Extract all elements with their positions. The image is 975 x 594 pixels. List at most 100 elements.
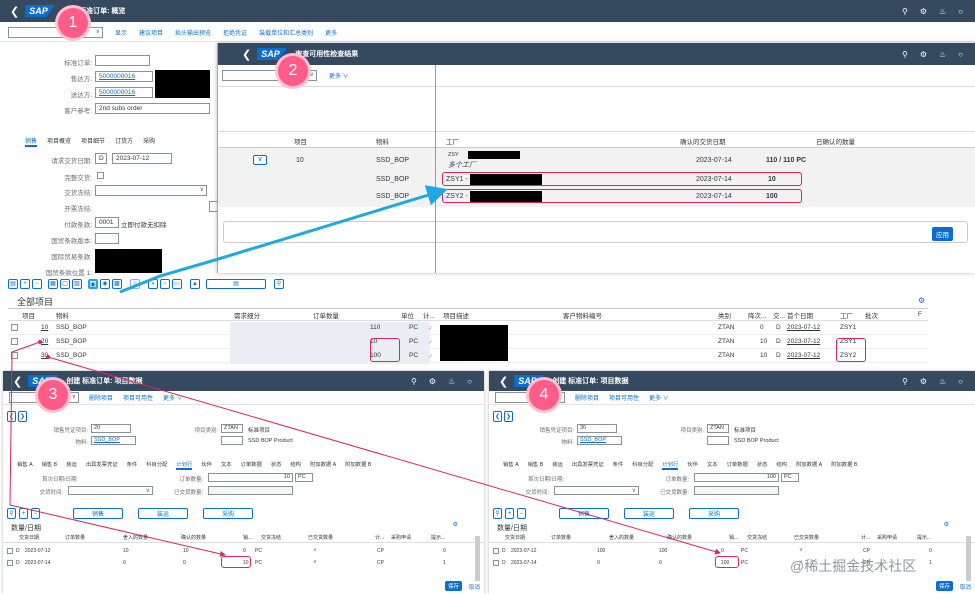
find-icon[interactable]: ⚲ [493,508,502,519]
back-icon[interactable]: ❮ [10,5,19,18]
detail-tab[interactable]: 出具发票凭证 [86,460,118,470]
detail-tab[interactable]: 计划行 [662,460,679,470]
toolbar-display[interactable]: 显示 [115,28,127,37]
prev-icon[interactable]: ❮ [7,411,16,422]
scrollbar[interactable] [966,536,971,581]
detail-tab[interactable]: 科目分配 [632,460,653,470]
detail-tab[interactable]: 科目分配 [146,460,167,470]
delivery-block-select[interactable] [68,486,153,495]
bell-icon[interactable]: ♨ [939,7,946,16]
detail-tab[interactable]: 计划行 [176,460,193,470]
toolbar-output[interactable]: 抬头输出预览 [175,28,211,37]
cancel-button[interactable]: 取消 [960,583,971,591]
detail-tab[interactable]: 条件 [613,460,624,470]
gear-icon[interactable]: ⚙ [920,377,927,386]
material-extra-input[interactable] [221,436,243,445]
gear-icon[interactable]: ⚙ [429,377,436,386]
batch-icon[interactable]: ▫ [160,279,170,289]
so-item-input[interactable]: 20 [91,424,131,433]
select-all-icon[interactable]: ▦ [48,279,58,289]
shipto-input[interactable]: 5000000016 [95,87,153,98]
sales-button[interactable]: 销售 [559,508,609,519]
order-unit-input[interactable]: PC [781,473,799,482]
detail-tab[interactable]: 销售 A [17,460,33,470]
user-icon[interactable]: ○ [467,377,472,386]
deselect-icon[interactable]: ▢ [60,279,70,289]
gear-icon[interactable]: ⚙ [920,7,927,16]
sales-button[interactable]: 销售 [73,508,123,519]
detail-tab[interactable]: 出具发票凭证 [572,460,604,470]
detail-tab[interactable]: 附加数据 B [831,460,857,470]
purchasing-button[interactable]: 采购 [689,508,739,519]
toolbar-loading[interactable]: 装载单位和汇总类别 [259,28,313,37]
search-icon[interactable]: ⚲ [411,377,417,386]
incoterms-version-input[interactable] [95,233,119,244]
search-icon[interactable]: ⚲ [902,7,908,16]
avail-more[interactable]: 更多 ∨ [329,71,349,80]
material-input[interactable]: SSD_BOP [91,436,136,445]
shipping-button[interactable]: 装运 [138,508,188,519]
so-item-input[interactable]: 30 [577,424,617,433]
availability-check-icon[interactable]: ▣ [88,279,98,289]
partner-icon[interactable]: ▲ [190,279,200,289]
toolbar-more[interactable]: 更多 ∨ [163,393,183,402]
soldto-input[interactable]: 5000000016 [95,71,153,82]
order-qty-input[interactable]: 100 [694,473,779,482]
bell-icon[interactable]: ♨ [939,377,946,386]
back-icon[interactable]: ❮ [13,375,22,388]
prev-icon[interactable]: ❮ [493,411,502,422]
material-extra-input[interactable] [707,436,729,445]
pricing-icon[interactable]: ◉ [100,279,110,289]
find-icon[interactable]: ⚲ [7,508,16,519]
items-dropdown-button[interactable]: ▤ [206,279,266,289]
tab-item-overview[interactable]: 项目概览 [47,136,71,147]
cell-chk[interactable] [11,352,18,359]
custref-input[interactable]: 2nd subs order [95,103,210,114]
detail-tab[interactable]: 订单数据 [241,460,262,470]
scrollbar[interactable] [475,536,480,581]
apply-button[interactable]: 应用 [932,227,953,241]
toolbar-item-availability[interactable]: 项目可用性 [123,393,153,402]
bell-icon[interactable]: ♨ [939,50,946,59]
detail-tab[interactable]: 状态 [757,460,768,470]
settings-icon[interactable]: ⚙ [453,521,458,528]
chevron-down-icon[interactable]: ∨ [799,547,803,553]
search-icon[interactable]: ⚲ [902,377,908,386]
delivery-block-select[interactable] [554,486,639,495]
tab-item-detail[interactable]: 项目细节 [81,136,105,147]
save-button[interactable]: 保存 [444,581,462,591]
detail-tab[interactable]: 附加数据 B [345,460,371,470]
back-icon[interactable]: ❮ [242,48,251,61]
toolbar-more[interactable]: 更多 [325,28,337,37]
item-cat-input[interactable]: ZTAN [221,424,243,433]
row-checkbox[interactable] [7,560,13,566]
detail-tab[interactable]: 结构 [776,460,787,470]
row-checkbox[interactable] [7,548,13,554]
detail-tab[interactable]: 文本 [707,460,718,470]
expand-button[interactable]: ∨ [253,155,267,165]
cell-chk[interactable] [11,338,18,345]
user-icon[interactable]: ○ [958,377,963,386]
user-icon[interactable]: ○ [958,7,963,16]
order-qty-input[interactable]: 10 [208,473,293,482]
back-icon[interactable]: ❮ [499,375,508,388]
detail-tab[interactable]: 结构 [290,460,301,470]
req-date-input[interactable]: 2023-07-12 [112,153,172,164]
gear-icon[interactable]: ⚙ [920,50,927,59]
detail-tab[interactable]: 装运 [66,460,77,470]
find-icon[interactable]: ⚲ [274,279,284,289]
payment-terms-input[interactable]: 0001 [95,217,119,228]
save-button[interactable]: 保存 [935,581,953,591]
detail-tab[interactable]: 条件 [127,460,138,470]
remove-icon[interactable]: − [32,279,42,289]
req-date-unit[interactable]: D [95,153,107,164]
remove-icon[interactable]: − [517,508,526,519]
main-variant-select[interactable] [8,27,103,38]
order-unit-input[interactable]: PC [295,473,313,482]
toolbar-more[interactable]: 更多 ∨ [649,393,669,402]
detail-tab[interactable]: 销售 B [528,460,544,470]
chevron-down-icon[interactable]: ∨ [313,547,317,553]
toolbar-reject[interactable]: 拒绝凭证 [223,28,247,37]
settings-icon[interactable]: ⚙ [918,296,925,305]
detail-tab[interactable]: 销售 A [503,460,519,470]
